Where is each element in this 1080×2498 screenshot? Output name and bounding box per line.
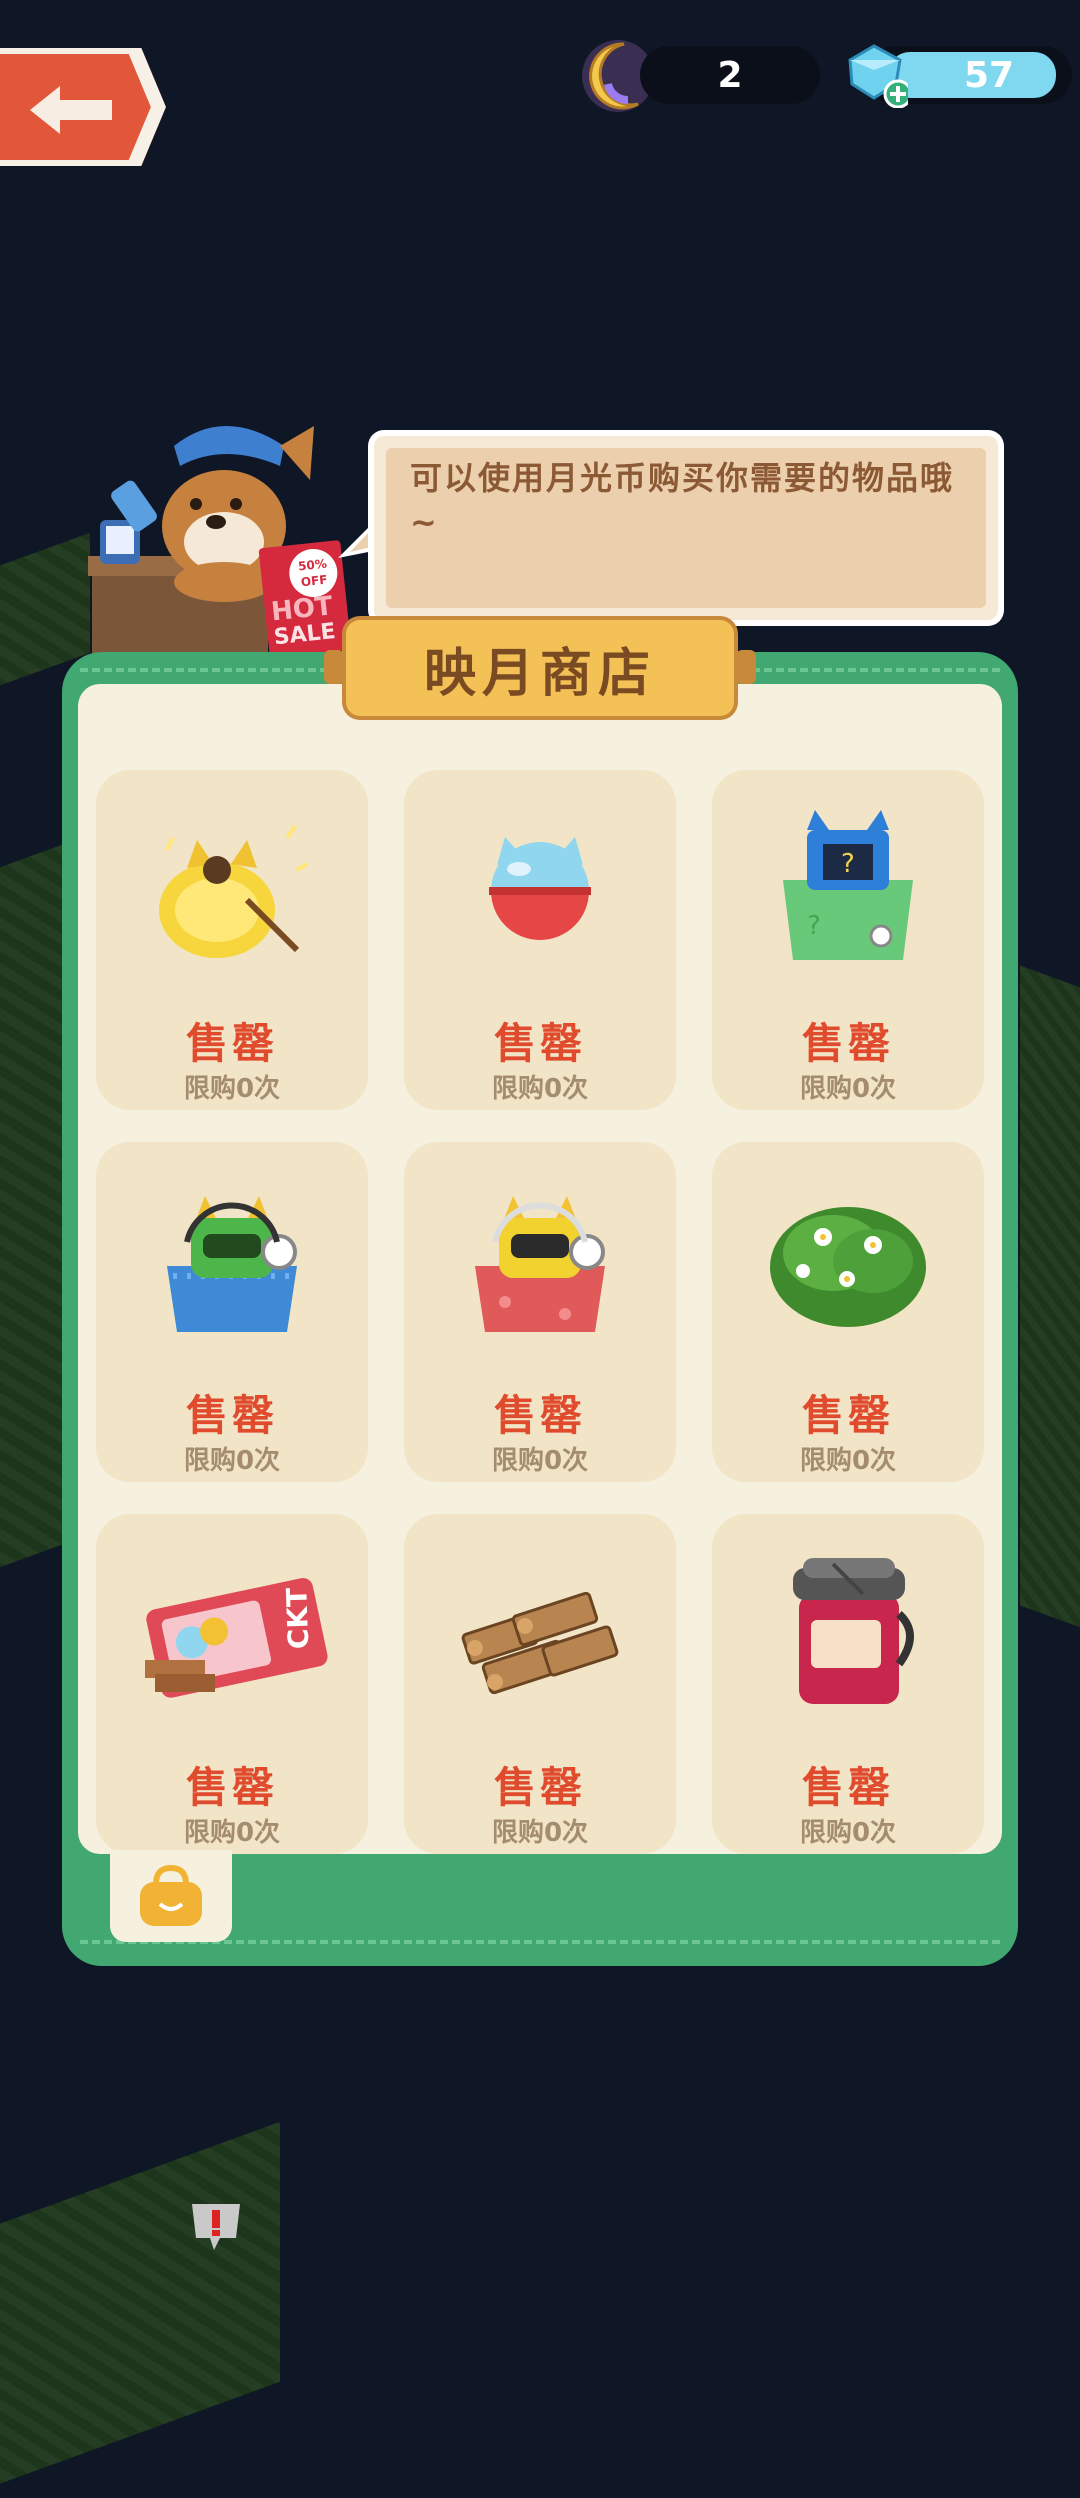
yellow-robot-chest-icon: [475, 1196, 605, 1332]
sale-off: OFF: [300, 572, 329, 590]
ticket-text: CKT: [280, 1587, 315, 1649]
sold-out-label: 售罄: [185, 1763, 278, 1812]
flower-bush-icon: [770, 1207, 926, 1327]
golden-cat-flask-icon: [159, 824, 309, 958]
shop-item-card[interactable]: CKT 售罄 限购0次: [96, 1514, 368, 1854]
ticket-icon: CKT: [145, 1578, 328, 1698]
moon-coin-value: 2: [717, 54, 743, 96]
sold-out-label: 售罄: [801, 1763, 894, 1812]
moon-coin-counter: 2: [640, 46, 820, 104]
jam-jar-icon: [793, 1558, 914, 1704]
gem-icon[interactable]: [840, 40, 908, 108]
speech-bubble: 可以使用月光币购买你需要的物品哦~: [374, 436, 998, 620]
shop-item-card[interactable]: 售罄 限购0次: [712, 1514, 984, 1854]
shop-title: 映月商店: [423, 643, 656, 704]
shop-item-card[interactable]: 售罄 限购0次: [404, 770, 676, 1110]
sold-out-label: 售罄: [801, 1391, 894, 1440]
purchase-limit: 限购0次: [491, 1446, 589, 1476]
purchase-limit: 限购0次: [183, 1074, 281, 1104]
speech-text: 可以使用月光币购买你需要的物品哦~: [410, 459, 955, 541]
sold-out-label: 售罄: [801, 1019, 894, 1068]
green-robot-chest-icon: [167, 1196, 297, 1332]
alert-icon[interactable]: [186, 2200, 246, 2254]
sale-badge: 50% OFF: [286, 546, 340, 600]
purchase-limit: 限购0次: [491, 1818, 589, 1848]
purchase-limit: 限购0次: [799, 1446, 897, 1476]
sale-text: SALE: [272, 619, 337, 651]
arrow-left-icon: [30, 86, 112, 134]
sold-out-label: 售罄: [185, 1019, 278, 1068]
shop-item-grid: 售罄 限购0次 售罄 限购0次 ? ? 售罄 限购0次 售罄 限购0次 售罄 限…: [96, 770, 984, 1854]
back-button[interactable]: [0, 48, 166, 166]
cat-gacha-capsule-icon: [489, 837, 591, 940]
shop-item-card[interactable]: 售罄 限购0次: [96, 770, 368, 1110]
sold-out-label: 售罄: [493, 1763, 586, 1812]
purchase-limit: 限购0次: [183, 1818, 281, 1848]
mystery-box-icon: ? ?: [783, 810, 913, 960]
purchase-limit: 限购0次: [491, 1074, 589, 1104]
background-grass-bottom: [0, 2121, 280, 2498]
shop-title-banner: 映月商店: [324, 620, 756, 716]
gem-value: 57: [963, 54, 1015, 96]
shop-item-card[interactable]: 售罄 限购0次: [712, 1142, 984, 1482]
shop-item-card[interactable]: 售罄 限购0次: [404, 1514, 676, 1854]
background-grass-right: [1020, 965, 1080, 1635]
sold-out-label: 售罄: [493, 1391, 586, 1440]
wood-logs-icon: [461, 1591, 619, 1695]
bag-tab[interactable]: [110, 1850, 232, 1942]
shop-item-card[interactable]: 售罄 限购0次: [96, 1142, 368, 1482]
sale-percent: 50%: [297, 556, 328, 574]
bag-icon: [140, 1864, 202, 1926]
shop-item-card[interactable]: ? ? 售罄 限购0次: [712, 770, 984, 1110]
svg-text:?: ?: [807, 911, 821, 941]
svg-text:?: ?: [841, 849, 855, 879]
purchase-limit: 限购0次: [799, 1074, 897, 1104]
sold-out-label: 售罄: [185, 1391, 278, 1440]
shop-item-card[interactable]: 售罄 限购0次: [404, 1142, 676, 1482]
purchase-limit: 限购0次: [183, 1446, 281, 1476]
sold-out-label: 售罄: [493, 1019, 586, 1068]
purchase-limit: 限购0次: [799, 1818, 897, 1848]
